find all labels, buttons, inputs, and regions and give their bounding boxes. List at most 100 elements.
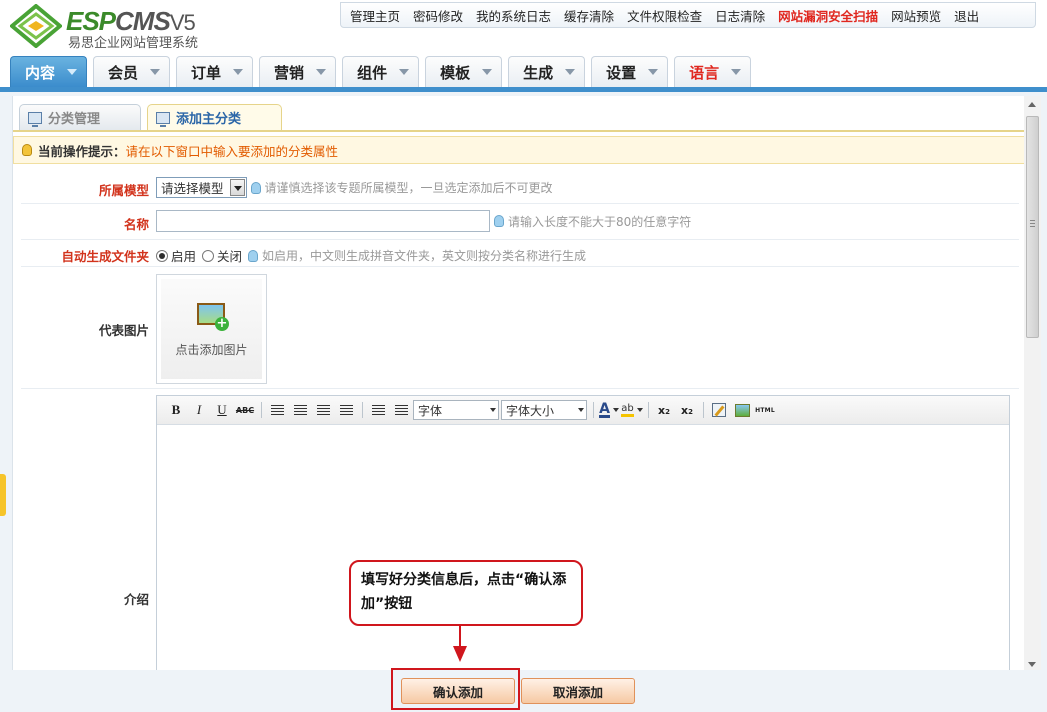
tab-generate-label: 生成 [523,63,554,82]
topnav-logout[interactable]: 退出 [949,6,984,25]
font-size-select[interactable]: 字体大小 [501,400,587,420]
scrollbar-thumb[interactable] [1026,116,1039,338]
underline-button[interactable]: U [211,400,233,420]
vertical-scrollbar[interactable] [1024,96,1041,676]
subtab-add-main-category-label: 添加主分类 [176,112,242,127]
edit-source-button[interactable] [708,400,730,420]
align-right-button[interactable] [312,400,334,420]
model-select-value: 请选择模型 [161,181,224,196]
bold-button[interactable]: B [165,400,187,420]
rich-text-editor: B I U ABC 字体 字体大小 A ab x2 x2 HTML [156,395,1010,680]
form-row-model: 所属模型 请选择模型 请谨慎选择该专题所属模型，一旦选定添加后不可更改 [21,172,1019,204]
intro-label: 介绍 [123,592,149,607]
strikethrough-button[interactable]: ABC [234,400,256,420]
sidebar-toggle-handle[interactable] [0,474,6,516]
operation-tip-bar: 当前操作提示： 请在以下窗口中输入要添加的分类属性 [13,136,1025,164]
image-field: + 点击添加图片 [156,274,267,384]
subtab-divider [13,130,1025,132]
tip-text: 请在以下窗口中输入要添加的分类属性 [125,143,339,159]
toolbar-separator [593,402,594,418]
auto-folder-field: 启用 关闭 如启用，中文则生成拼音文件夹，英文则按分类名称进行生成 [156,246,586,265]
superscript-icon: x2 [681,403,693,417]
chevron-down-icon [731,69,742,75]
scroll-down-arrow-icon[interactable] [1028,662,1036,667]
insert-image-button[interactable] [731,400,753,420]
superscript-button[interactable]: x2 [676,400,698,420]
model-select[interactable]: 请选择模型 [156,177,247,198]
auto-folder-disable-label[interactable]: 关闭 [217,246,242,265]
align-center-icon [293,405,307,415]
form-actions-bar: 确认添加 取消添加 [0,670,1047,712]
html-icon: HTML [755,406,775,414]
toolbar-separator [261,402,262,418]
topnav-security-scan[interactable]: 网站漏洞安全扫描 [773,6,883,25]
scroll-up-arrow-icon[interactable] [1028,102,1036,107]
tab-settings[interactable]: 设置 [591,56,669,87]
tab-content[interactable]: 内容 [10,56,88,87]
editor-body[interactable] [157,425,1009,679]
tab-marketing[interactable]: 营销 [259,56,337,87]
chevron-down-icon [636,408,643,412]
italic-button[interactable]: I [188,400,210,420]
lightbulb-icon [250,181,261,194]
bullet-list-button[interactable] [367,400,389,420]
tab-components-label: 组件 [357,63,388,82]
topnav-file-permission-check[interactable]: 文件权限检查 [622,6,707,25]
numbered-list-button[interactable] [390,400,412,420]
tab-language[interactable]: 语言 [674,56,752,87]
subscript-button[interactable]: x2 [653,400,675,420]
topnav-change-password[interactable]: 密码修改 [408,6,468,25]
callout-arrow-line [459,626,461,648]
align-justify-button[interactable] [335,400,357,420]
top-navigation: 管理主页 密码修改 我的系统日志 缓存清除 文件权限检查 日志清除 网站漏洞安全… [340,2,1036,28]
tab-members[interactable]: 会员 [93,56,171,87]
name-field: 请输入长度不能大于80的任意字符 [156,210,691,232]
logo[interactable]: ESPCMSV5 易思企业网站管理系统 [10,4,250,51]
auto-folder-enable-radio[interactable] [156,249,168,262]
chevron-down-icon [648,69,659,75]
subtab-add-main-category[interactable]: 添加主分类 [147,104,283,130]
form-row-image: 代表图片 + 点击添加图片 [21,267,1019,389]
topnav-clear-logs[interactable]: 日志清除 [710,6,770,25]
topnav-clear-cache[interactable]: 缓存清除 [559,6,619,25]
topnav-site-preview[interactable]: 网站预览 [886,6,946,25]
topnav-admin-home[interactable]: 管理主页 [345,6,405,25]
font-color-button[interactable]: A [598,400,620,420]
tab-templates[interactable]: 模板 [425,56,503,87]
lightbulb-icon [22,144,32,156]
chevron-down-icon [316,69,327,75]
auto-folder-hint-text: 如启用，中文则生成拼音文件夹，英文则按分类名称进行生成 [262,249,587,263]
align-left-button[interactable] [266,400,288,420]
font-color-icon: A [599,400,610,418]
form-row-auto-folder: 自动生成文件夹 启用 关闭 如启用，中文则生成拼音文件夹，英文则按分类名称进行生… [21,240,1019,267]
pencil-icon [712,403,726,417]
tab-orders[interactable]: 订单 [176,56,254,87]
font-family-select-value: 字体 [418,403,443,418]
chevron-down-icon [233,69,244,75]
auto-folder-label: 自动生成文件夹 [61,249,149,264]
subtab-category-management[interactable]: 分类管理 [19,104,142,130]
tab-settings-label: 设置 [606,63,637,82]
name-hint: 请输入长度不能大于80的任意字符 [494,213,691,230]
add-image-button[interactable]: + 点击添加图片 [156,274,267,384]
auto-folder-enable-label[interactable]: 启用 [171,246,196,265]
tab-generate[interactable]: 生成 [508,56,586,87]
font-family-select[interactable]: 字体 [413,400,499,420]
tab-orders-label: 订单 [191,63,222,82]
auto-folder-hint: 如启用，中文则生成拼音文件夹，英文则按分类名称进行生成 [248,247,586,264]
highlight-color-button[interactable]: ab [621,400,643,420]
tab-components[interactable]: 组件 [342,56,420,87]
cancel-add-button[interactable]: 取消添加 [521,678,635,704]
logo-subtitle: 易思企业网站管理系统 [68,36,199,51]
down-arrow-icon [453,646,467,662]
align-center-button[interactable] [289,400,311,420]
toolbar-separator [362,402,363,418]
html-mode-button[interactable]: HTML [754,400,776,420]
auto-folder-disable-radio[interactable] [202,249,215,262]
sub-tabs: 分类管理 添加主分类 [19,104,288,130]
chevron-down-icon [150,69,161,75]
tab-marketing-label: 营销 [274,63,305,82]
name-input[interactable] [156,210,490,232]
topnav-my-system-log[interactable]: 我的系统日志 [471,6,556,25]
chevron-down-icon [67,69,78,75]
